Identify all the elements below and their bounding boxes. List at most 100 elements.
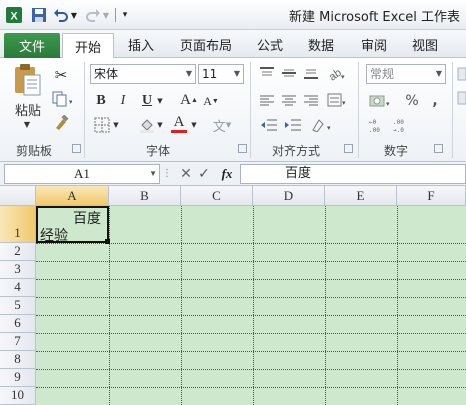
column-header-f[interactable]: F: [397, 186, 466, 206]
svg-text:▾: ▾: [327, 124, 331, 132]
redo-dropdown-icon[interactable]: ▼: [102, 5, 110, 25]
tab-view[interactable]: 视图: [412, 35, 438, 57]
cell-a1-line2: 经验: [40, 228, 68, 244]
svg-text:←0: ←0: [369, 119, 377, 126]
column-header-d[interactable]: D: [253, 186, 325, 206]
format-painter-icon[interactable]: [52, 114, 70, 132]
styles-group-partial: [456, 66, 466, 126]
font-color-button[interactable]: A: [170, 114, 188, 134]
row-header-8[interactable]: 8: [0, 351, 36, 369]
font-size-select[interactable]: 11 ▼: [198, 64, 244, 84]
row-header-2[interactable]: 2: [0, 243, 36, 261]
underline-button[interactable]: U: [138, 92, 156, 110]
customize-toolbar-icon[interactable]: ▾: [120, 5, 130, 25]
align-right-icon[interactable]: [302, 94, 320, 108]
fill-color-icon[interactable]: [138, 116, 156, 134]
row-header-9[interactable]: 9: [0, 369, 36, 387]
row-header-3[interactable]: 3: [0, 261, 36, 279]
tab-formulas[interactable]: 公式: [257, 35, 283, 57]
formula-input[interactable]: 百度: [240, 164, 466, 184]
row-header-5[interactable]: 5: [0, 297, 36, 315]
increase-indent-icon[interactable]: [282, 116, 304, 134]
column-header-b[interactable]: B: [109, 186, 181, 206]
row-header-6[interactable]: 6: [0, 315, 36, 333]
font-launcher-icon[interactable]: [238, 144, 247, 153]
phonetic-guide-icon[interactable]: 文 ▼: [212, 116, 232, 135]
undo-icon[interactable]: [52, 5, 70, 25]
tab-page-layout[interactable]: 页面布局: [180, 35, 232, 57]
row-header-10[interactable]: 10: [0, 387, 36, 405]
splitter-handle[interactable]: ⋮: [162, 168, 172, 180]
tab-home[interactable]: 开始: [62, 33, 114, 59]
paste-icon[interactable]: [10, 62, 44, 98]
fill-handle[interactable]: [105, 239, 110, 244]
font-group-label: 字体: [146, 144, 171, 158]
wrap-text-icon[interactable]: ▾: [326, 92, 348, 108]
orientation-text-icon[interactable]: ▾: [310, 116, 334, 134]
row-header-7[interactable]: 7: [0, 333, 36, 351]
cell-a1-line1: 百度: [73, 211, 101, 227]
percent-style-button[interactable]: %: [404, 92, 420, 110]
font-name-select[interactable]: 宋体 ▼: [90, 64, 196, 84]
decrease-indent-icon[interactable]: [258, 116, 280, 134]
select-all-corner[interactable]: [0, 186, 36, 206]
accounting-format-icon[interactable]: ▾: [368, 92, 394, 110]
svg-text:.00: .00: [393, 119, 404, 126]
column-header-a[interactable]: A: [36, 186, 109, 206]
column-header-e[interactable]: E: [325, 186, 397, 206]
align-bottom-icon[interactable]: [302, 66, 320, 80]
font-size-dropdown-icon[interactable]: ▼: [231, 65, 243, 83]
cut-icon[interactable]: ✂: [52, 66, 70, 84]
orientation-icon[interactable]: ab ▾: [326, 64, 346, 82]
formula-bar: A1 ▼ ⋮ ✕ ✓ fx 百度: [0, 162, 466, 186]
title-bar: X ▼ ▼ ▾ 新建 Microsoft Excel 工作表: [0, 0, 466, 30]
clipboard-group-label: 剪贴板: [16, 144, 53, 158]
cell-area[interactable]: 百度 经验: [36, 206, 466, 405]
copy-icon[interactable]: ▾: [50, 90, 74, 108]
enter-icon[interactable]: ✓: [196, 166, 212, 182]
decrease-decimal-icon[interactable]: .00 →.0: [392, 116, 412, 134]
number-format-select[interactable]: 常规 ▼: [366, 64, 446, 84]
svg-text:→.0: →.0: [393, 127, 404, 133]
underline-dropdown-icon[interactable]: ▼: [156, 94, 164, 108]
bold-button[interactable]: B: [92, 92, 110, 110]
excel-logo-icon: X: [4, 5, 24, 25]
borders-icon[interactable]: [92, 116, 112, 134]
paste-dropdown-icon[interactable]: ▼: [20, 118, 34, 130]
font-name-dropdown-icon[interactable]: ▼: [183, 65, 195, 83]
name-box[interactable]: A1 ▼: [4, 164, 160, 184]
align-center-icon[interactable]: [280, 94, 298, 108]
number-group-label: 数字: [384, 144, 409, 158]
alignment-launcher-icon[interactable]: [344, 144, 353, 153]
column-header-c[interactable]: C: [181, 186, 253, 206]
row-header-1[interactable]: 1: [0, 206, 36, 243]
redo-icon[interactable]: [84, 5, 102, 25]
borders-dropdown-icon[interactable]: ▼: [112, 118, 120, 132]
cancel-icon[interactable]: ✕: [178, 166, 194, 182]
increase-decimal-icon[interactable]: ←0.00: [368, 116, 388, 134]
tab-data[interactable]: 数据: [308, 35, 334, 57]
shrink-font-button[interactable]: A ▼: [202, 93, 220, 109]
insert-function-button[interactable]: fx: [216, 165, 238, 183]
name-box-dropdown-icon[interactable]: ▼: [149, 165, 157, 183]
number-format-dropdown-icon[interactable]: ▼: [433, 65, 445, 83]
row-header-4[interactable]: 4: [0, 279, 36, 297]
tab-review[interactable]: 审阅: [361, 35, 387, 57]
tab-file[interactable]: 文件: [4, 33, 60, 58]
cell-a1[interactable]: 百度 经验: [36, 206, 109, 244]
fill-color-dropdown-icon[interactable]: ▼: [156, 118, 164, 132]
worksheet-grid: A B C D E F 1 2 3 4 5 6 7 8 9 10 百度 经验: [0, 186, 466, 405]
grow-font-button[interactable]: A ▲: [180, 91, 198, 109]
number-launcher-icon[interactable]: [434, 144, 443, 153]
font-color-dropdown-icon[interactable]: ▼: [190, 118, 198, 132]
clipboard-launcher-icon[interactable]: [72, 144, 81, 153]
align-left-icon[interactable]: [258, 94, 276, 108]
paste-button[interactable]: 粘贴: [12, 100, 44, 119]
undo-dropdown-icon[interactable]: ▼: [70, 5, 78, 25]
tab-insert[interactable]: 插入: [128, 35, 154, 57]
italic-button[interactable]: I: [114, 92, 132, 110]
align-top-icon[interactable]: [258, 66, 276, 80]
comma-style-button[interactable]: ,: [428, 92, 442, 110]
save-icon[interactable]: [30, 5, 48, 25]
align-middle-icon[interactable]: [280, 66, 298, 80]
